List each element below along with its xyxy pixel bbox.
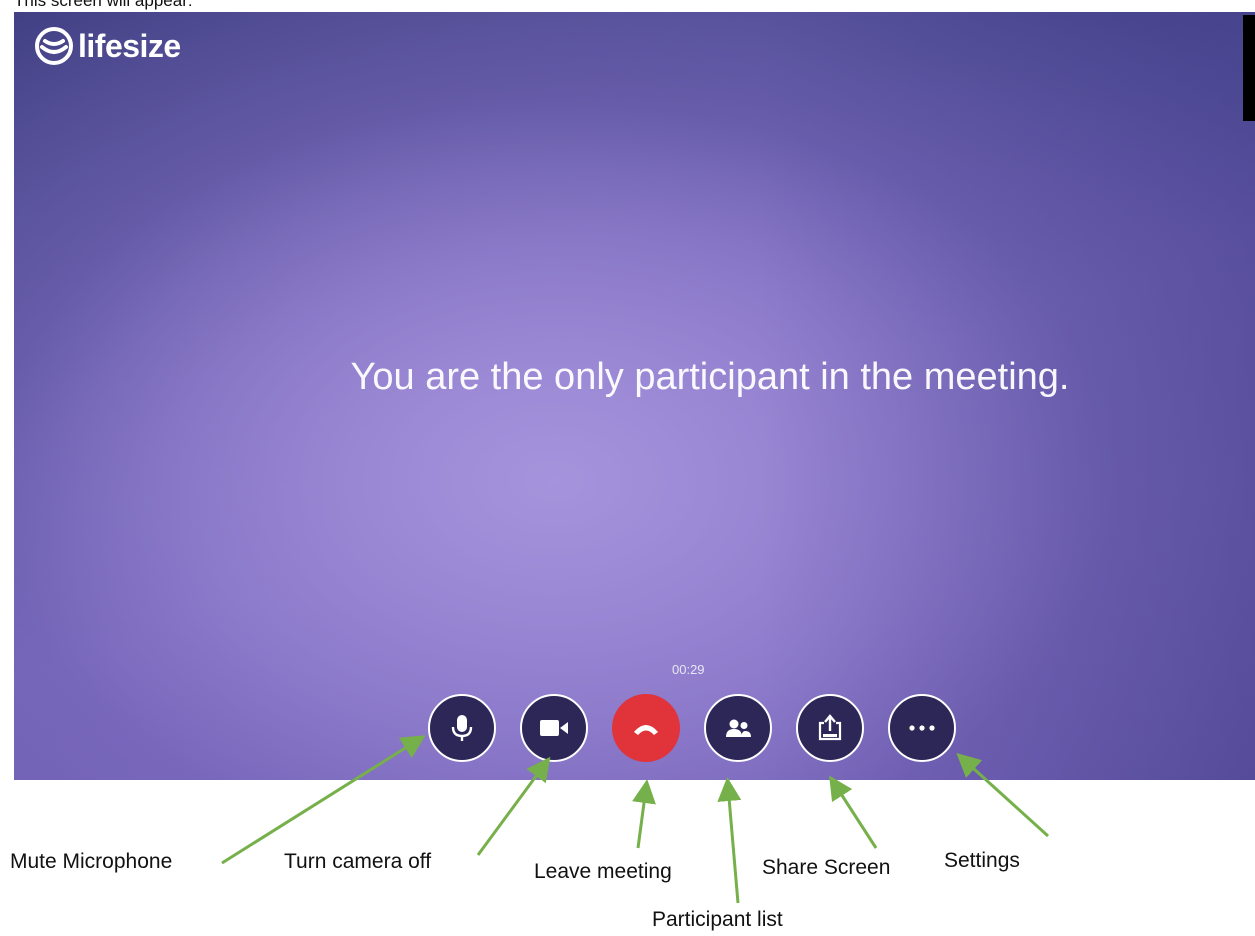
call-controls-bar xyxy=(14,694,1255,774)
only-participant-message: You are the only participant in the meet… xyxy=(350,356,1070,398)
microphone-icon xyxy=(451,715,473,741)
logo-text: lifesize xyxy=(78,27,181,64)
participants-icon xyxy=(726,719,751,737)
more-dots-icon xyxy=(909,725,935,731)
intro-text: This screen will appear: xyxy=(14,0,193,10)
settings-button[interactable] xyxy=(888,694,956,762)
video-camera-icon xyxy=(540,720,568,736)
arrow-share-screen xyxy=(829,775,878,849)
mute-microphone-button[interactable] xyxy=(428,694,496,762)
label-mute-microphone: Mute Microphone xyxy=(10,850,173,873)
label-share-screen: Share Screen xyxy=(762,856,891,879)
share-screen-icon xyxy=(818,714,842,741)
label-settings: Settings xyxy=(944,849,1020,872)
meeting-window: lifesize You are the only participant in… xyxy=(14,12,1255,780)
label-turn-camera-off: Turn camera off xyxy=(284,850,432,873)
leave-meeting-button[interactable] xyxy=(612,694,680,762)
window-edge-bar xyxy=(1243,15,1255,121)
share-screen-button[interactable] xyxy=(796,694,864,762)
document-page: This screen will appear: lifesize You ar… xyxy=(0,0,1255,936)
hang-up-phone-icon xyxy=(634,725,658,735)
label-leave-meeting: Leave meeting xyxy=(534,860,672,883)
lifesize-logo: lifesize xyxy=(34,26,181,66)
arrow-leave-meeting xyxy=(632,779,656,849)
lifesize-logo-icon xyxy=(35,27,73,65)
participant-list-button[interactable] xyxy=(704,694,772,762)
arrow-participant-list xyxy=(717,777,742,904)
label-participant-list: Participant list xyxy=(652,908,783,931)
call-timer: 00:29 xyxy=(672,662,705,677)
turn-camera-off-button[interactable] xyxy=(520,694,588,762)
